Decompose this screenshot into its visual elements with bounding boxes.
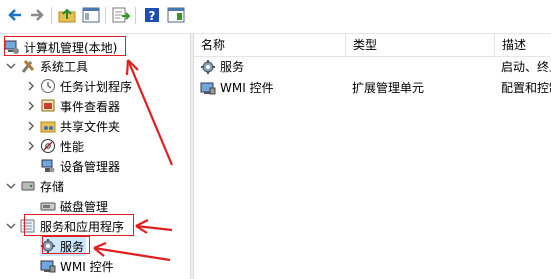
chevron-right-icon[interactable] [25, 100, 37, 112]
help-button[interactable]: ? [141, 4, 163, 26]
tree-item-label: WMI 控件 [60, 259, 114, 274]
back-arrow-icon [8, 9, 21, 21]
tree-item-task-scheduler[interactable]: 任务计划程序 [40, 76, 132, 96]
tree-item-event-viewer[interactable]: 事件查看器 [40, 96, 120, 116]
list-item-description: 启动、终止 [501, 60, 551, 74]
tools-icon [20, 58, 36, 74]
annotation-box-services [42, 236, 90, 254]
list-header: 名称 类型 描述 [194, 34, 551, 57]
tree-item-shared-folders[interactable]: 共享文件夹 [40, 116, 120, 136]
tree-item-label: 事件查看器 [60, 99, 121, 114]
up-folder-icon [58, 8, 76, 23]
annotation-box-root [4, 36, 126, 56]
details-list: 名称 类型 描述 服务 启动、终止 WMI 控件 扩展管理单元 配置和控制 [194, 34, 551, 279]
toolbar-separator [105, 7, 106, 24]
storage-icon [20, 178, 36, 194]
list-item-type [352, 57, 492, 77]
tree-item-label: 任务计划程序 [60, 79, 133, 94]
tree-item-system-tools[interactable]: 系统工具 [20, 56, 88, 76]
clock-icon [40, 78, 56, 94]
device-manager-icon [40, 158, 56, 174]
tree-item-wmi-control[interactable]: WMI 控件 [40, 256, 114, 276]
action-pane-button[interactable] [165, 4, 187, 26]
tree-item-label: 存储 [40, 179, 65, 194]
back-button[interactable] [4, 4, 26, 26]
forward-button[interactable] [26, 4, 48, 26]
chevron-right-icon[interactable] [25, 80, 37, 92]
show-hide-console-tree-icon [82, 7, 100, 23]
toolbar-separator [51, 7, 52, 24]
toolbar-separator [135, 7, 136, 24]
list-item-description: 配置和控制 [501, 81, 551, 95]
performance-icon [40, 138, 56, 154]
list-item[interactable]: 服务 启动、终止 [194, 57, 551, 77]
column-header-description[interactable]: 描述 [495, 34, 551, 56]
svg-text:?: ? [149, 9, 156, 23]
tree-item-performance[interactable]: 性能 [40, 136, 84, 156]
gear-icon [200, 59, 216, 75]
show-hide-console-tree-button[interactable] [80, 4, 102, 26]
annotation-box-services-apps [24, 214, 134, 236]
tree-item-storage[interactable]: 存储 [20, 176, 64, 196]
help-icon: ? [145, 8, 159, 23]
up-one-level-button[interactable] [56, 4, 78, 26]
column-header-type[interactable]: 类型 [346, 34, 495, 56]
shared-folder-icon [40, 118, 56, 134]
tree-item-device-manager[interactable]: 设备管理器 [40, 156, 120, 176]
list-item[interactable]: WMI 控件 扩展管理单元 配置和控制 [194, 78, 551, 98]
chevron-down-icon[interactable] [5, 180, 17, 192]
event-viewer-icon [40, 98, 56, 114]
list-item-name: 服务 [220, 60, 245, 74]
tree-item-label: 磁盘管理 [60, 199, 109, 214]
tree-item-label: 共享文件夹 [60, 119, 121, 134]
tree-item-label: 系统工具 [40, 59, 89, 74]
column-header-name[interactable]: 名称 [194, 34, 346, 56]
console-tree: 计算机管理(本地) 系统工具 任务计划程序 事件查看器 共享文件夹 性能 设备管… [0, 34, 190, 279]
export-list-button[interactable] [110, 4, 132, 26]
chevron-right-icon[interactable] [25, 140, 37, 152]
list-item-type: 扩展管理单元 [352, 81, 425, 95]
chevron-down-icon[interactable] [5, 220, 17, 232]
action-pane-icon [167, 7, 185, 23]
tree-item-disk-management[interactable]: 磁盘管理 [40, 196, 108, 216]
tree-item-label: 性能 [60, 139, 85, 154]
export-list-icon [112, 7, 130, 23]
wmi-icon [200, 80, 216, 96]
chevron-right-icon[interactable] [25, 120, 37, 132]
chevron-down-icon[interactable] [5, 60, 17, 72]
toolbar: ? [0, 0, 551, 34]
tree-item-label: 设备管理器 [60, 159, 121, 174]
forward-arrow-icon [31, 9, 44, 21]
wmi-icon [40, 258, 56, 274]
disk-icon [40, 198, 56, 214]
list-item-name: WMI 控件 [220, 81, 274, 95]
